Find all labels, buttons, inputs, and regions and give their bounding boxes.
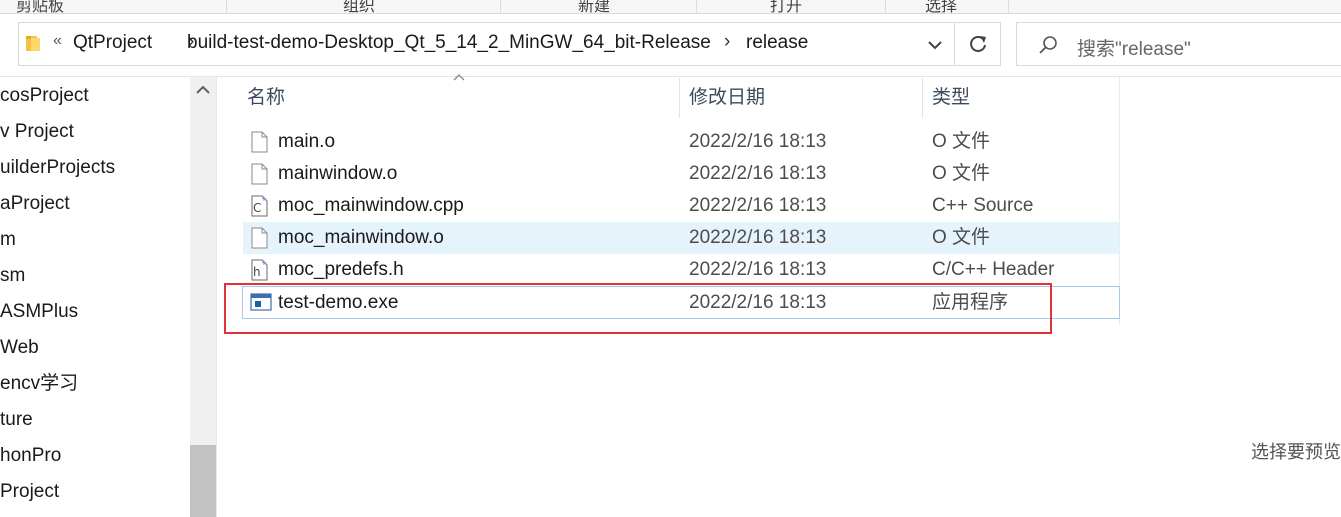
pane-divider[interactable]: [216, 77, 217, 517]
nav-item[interactable]: Project: [0, 474, 59, 510]
address-bar[interactable]: « QtProject › build-test-demo-Desktop_Qt…: [18, 22, 955, 66]
search-box[interactable]: 搜索"release": [1016, 22, 1341, 66]
nav-item[interactable]: ture: [0, 402, 33, 438]
ribbon-group-new[interactable]: 新建: [578, 0, 610, 13]
search-placeholder: 搜索"release": [1077, 39, 1191, 60]
file-date: 2022/2/16 18:13: [689, 259, 827, 280]
file-row-moc-mainwindow-cpp[interactable]: C ++ moc_mainwindow.cpp 2022/2/16 18:13 …: [243, 190, 1119, 222]
file-type: C/C++ Header: [932, 259, 1055, 280]
blank-file-icon: [251, 163, 268, 185]
nav-item[interactable]: cosProject: [0, 78, 89, 114]
folder-icon: [26, 36, 40, 51]
address-dropdown-icon[interactable]: [925, 35, 945, 55]
file-row-moc-mainwindow-o[interactable]: moc_mainwindow.o 2022/2/16 18:13 O 文件: [243, 222, 1119, 254]
overflow-chevron-icon[interactable]: «: [53, 32, 62, 50]
file-row-mainwindow-o[interactable]: mainwindow.o 2022/2/16 18:13 O 文件: [243, 158, 1119, 190]
ribbon-group-clipboard[interactable]: 剪贴板: [16, 0, 64, 13]
cpp-file-icon: C ++: [251, 195, 268, 217]
column-divider[interactable]: [679, 78, 680, 118]
file-name: moc_predefs.h: [278, 259, 404, 280]
file-date: 2022/2/16 18:13: [689, 227, 827, 248]
breadcrumb-build-folder-label: build-test-demo-Desktop_Qt_5_14_2_MinGW_…: [187, 32, 711, 53]
file-date: 2022/2/16 18:13: [689, 292, 827, 313]
nav-item[interactable]: honPro: [0, 438, 61, 474]
breadcrumb-separator-icon[interactable]: ›: [724, 31, 730, 53]
ribbon-divider: [1008, 0, 1009, 13]
column-header-date[interactable]: 修改日期: [689, 80, 921, 116]
nav-scroll-thumb[interactable]: [190, 445, 216, 517]
breadcrumb-build-folder[interactable]: build-test-demo-Desktop_Qt_5_14_2_MinGW_…: [187, 32, 711, 54]
file-name: test-demo.exe: [278, 292, 399, 313]
nav-item[interactable]: v Project: [0, 114, 74, 150]
column-divider[interactable]: [922, 78, 923, 118]
svg-text:C: C: [253, 201, 261, 215]
ribbon-group-select[interactable]: 选择: [925, 0, 957, 13]
file-row-moc-predefs-h[interactable]: h ++ moc_predefs.h 2022/2/16 18:13 C/C++…: [243, 254, 1119, 286]
svg-text:++: ++: [261, 195, 268, 203]
nav-item[interactable]: sm: [0, 258, 25, 294]
search-icon: [1039, 36, 1057, 54]
file-name: moc_mainwindow.cpp: [278, 195, 464, 216]
ribbon-divider: [885, 0, 886, 13]
file-name: main.o: [278, 131, 336, 152]
ribbon-group-open[interactable]: 打开: [770, 0, 802, 13]
file-name: mainwindow.o: [278, 163, 398, 184]
nav-item[interactable]: aProject: [0, 186, 70, 222]
svg-text:++: ++: [261, 259, 268, 267]
file-name: moc_mainwindow.o: [278, 227, 444, 248]
breadcrumb-qtproject[interactable]: QtProject: [73, 32, 152, 54]
file-date: 2022/2/16 18:13: [689, 195, 827, 216]
navigation-pane: cosProject v Project uilderProjects aPro…: [0, 77, 190, 517]
ribbon-group-organize[interactable]: 组织: [343, 0, 375, 13]
breadcrumb-release[interactable]: release: [746, 32, 808, 54]
file-date: 2022/2/16 18:13: [689, 163, 827, 184]
file-row-test-demo-exe[interactable]: test-demo.exe 2022/2/16 18:13 应用程序: [242, 286, 1120, 319]
file-type: C++ Source: [932, 195, 1034, 216]
blank-file-icon: [251, 131, 268, 153]
exe-app-icon: [250, 293, 272, 311]
refresh-icon: [969, 36, 986, 52]
file-date: 2022/2/16 18:13: [689, 131, 827, 152]
nav-scrollbar[interactable]: [190, 77, 216, 517]
file-type: O 文件: [932, 227, 991, 248]
nav-item[interactable]: uilderProjects: [0, 150, 115, 186]
file-type: O 文件: [932, 163, 991, 184]
nav-item[interactable]: ASMPlus: [0, 294, 78, 330]
scroll-up-arrow-icon[interactable]: [194, 83, 212, 97]
ribbon-divider: [226, 0, 227, 13]
ribbon-divider: [500, 0, 501, 13]
column-header-name[interactable]: 名称: [247, 80, 679, 116]
nav-item[interactable]: m: [0, 222, 16, 258]
ribbon-bar: 剪贴板 组织 新建 打开 选择: [0, 0, 1341, 14]
header-file-icon: h ++: [251, 259, 268, 281]
file-type: 应用程序: [932, 292, 1009, 313]
file-type: O 文件: [932, 131, 991, 152]
nav-item[interactable]: Web: [0, 330, 39, 366]
svg-text:h: h: [253, 265, 261, 279]
ribbon-divider: [696, 0, 697, 13]
nav-item[interactable]: encv学习: [0, 366, 78, 402]
column-header-type[interactable]: 类型: [932, 80, 1119, 116]
refresh-button[interactable]: [955, 22, 1001, 66]
file-row-main-o[interactable]: main.o 2022/2/16 18:13 O 文件: [243, 126, 1119, 158]
preview-pane-message: 选择要预览: [1251, 442, 1341, 462]
blank-file-icon: [251, 227, 268, 249]
